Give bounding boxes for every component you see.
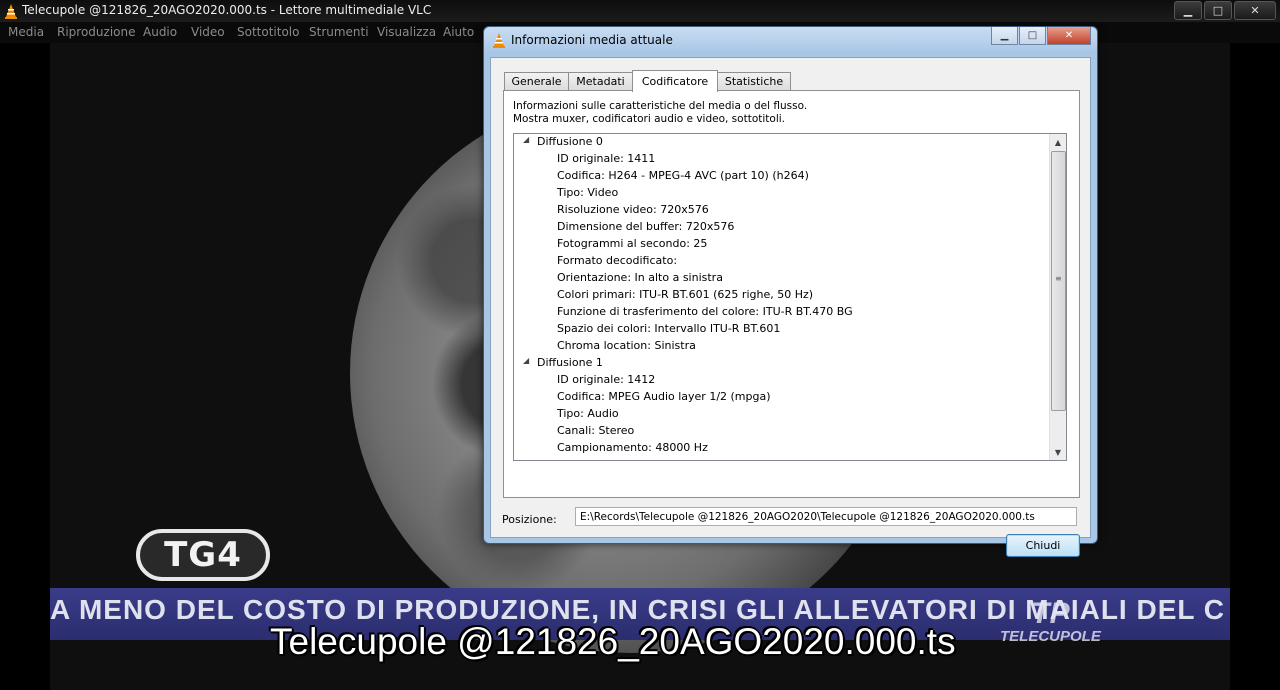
menu-aiuto[interactable]: Aiuto <box>443 25 474 39</box>
menu-media[interactable]: Media <box>8 25 44 39</box>
position-field[interactable]: E:\Records\Telecupole @121826_20AGO2020\… <box>575 507 1077 526</box>
menu-sottotitolo[interactable]: Sottotitolo <box>237 25 299 39</box>
vlc-cone-icon <box>493 33 505 48</box>
menu-strumenti[interactable]: Strumenti <box>309 25 369 39</box>
tab-metadati[interactable]: Metadati <box>568 72 633 90</box>
tree-expand-icon[interactable]: ◢ <box>523 135 529 144</box>
telecupole-logo-mark: TP <box>1031 597 1070 630</box>
codec-description: Informazioni sulle caratteristiche del m… <box>513 100 807 126</box>
minimize-icon: ▁ <box>1000 30 1009 41</box>
close-icon: ✕ <box>1250 4 1260 17</box>
telecupole-logo-name: TELECUPOLE <box>1000 628 1101 645</box>
menu-video[interactable]: Video <box>191 25 225 39</box>
telecupole-logo: TP TELECUPOLE <box>1000 597 1101 645</box>
tg4-logo: TG4 <box>136 529 270 581</box>
maximize-button[interactable]: □ <box>1204 1 1232 20</box>
scroll-down-icon[interactable]: ▼ <box>1050 444 1066 460</box>
menu-riproduzione[interactable]: Riproduzione <box>57 25 136 39</box>
grip-icon: ≡ <box>1055 274 1062 283</box>
maximize-icon: □ <box>1212 4 1224 17</box>
dialog-maximize-button[interactable]: □ <box>1019 27 1046 45</box>
dialog-title: Informazioni media attuale <box>511 33 673 47</box>
close-window-button[interactable]: ✕ <box>1234 1 1276 20</box>
tree-expand-icon[interactable]: ◢ <box>523 356 529 365</box>
scroll-up-icon[interactable]: ▲ <box>1050 134 1066 150</box>
dialog-title-bar[interactable]: Informazioni media attuale ▁ □ ✕ <box>484 27 1097 53</box>
dialog-minimize-button[interactable]: ▁ <box>991 27 1018 45</box>
tree-scrollbar[interactable]: ▲ ≡ ▼ <box>1049 134 1066 460</box>
dialog-body: Generale Metadati Codificatore Statistic… <box>490 57 1091 557</box>
description-line: Mostra muxer, codificatori audio e video… <box>513 113 785 125</box>
tab-statistiche[interactable]: Statistiche <box>717 72 791 90</box>
scrollbar-thumb[interactable]: ≡ <box>1051 151 1066 411</box>
minimize-button[interactable]: ▁ <box>1174 1 1202 20</box>
subtitle-filename: Telecupole @121826_20AGO2020.000.ts <box>270 621 956 662</box>
vlc-title-bar: Telecupole @121826_20AGO2020.000.ts - Le… <box>0 0 1280 22</box>
position-label: Posizione: <box>502 513 557 526</box>
codec-tab-panel: Informazioni sulle caratteristiche del m… <box>503 90 1080 498</box>
menu-visualizza[interactable]: Visualizza <box>377 25 436 39</box>
window-title: Telecupole @121826_20AGO2020.000.ts - Le… <box>22 3 432 17</box>
tab-codificatore[interactable]: Codificatore <box>632 70 718 92</box>
maximize-icon: □ <box>1027 30 1038 41</box>
codec-tree[interactable]: ◢ Diffusione 0 ID originale: 1411 Codifi… <box>513 133 1067 461</box>
media-info-dialog: Informazioni media attuale ▁ □ ✕ General… <box>483 26 1098 557</box>
close-button[interactable]: Chiudi <box>1006 534 1080 557</box>
tab-generale[interactable]: Generale <box>504 72 569 90</box>
close-icon: ✕ <box>1064 30 1074 41</box>
dialog-close-button[interactable]: ✕ <box>1047 27 1091 45</box>
minimize-icon: ▁ <box>1183 4 1193 17</box>
menu-audio[interactable]: Audio <box>143 25 177 39</box>
description-line: Informazioni sulle caratteristiche del m… <box>513 100 808 112</box>
vlc-cone-icon <box>5 4 17 19</box>
